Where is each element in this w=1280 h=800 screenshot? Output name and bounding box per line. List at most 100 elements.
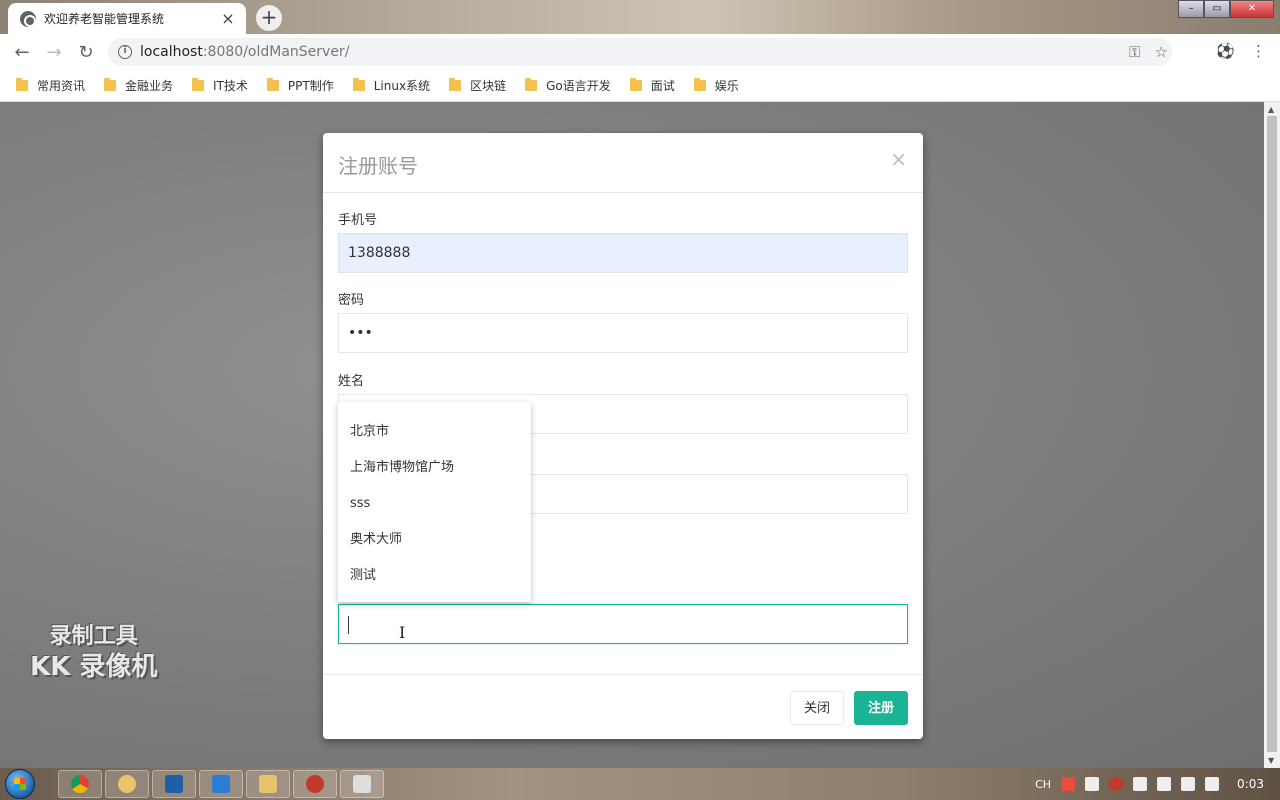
new-tab-button[interactable]: +	[256, 5, 282, 31]
bookmarks-bar: 常用资讯 金融业务 IT技术 PPT制作 Linux系统 区块链 Go语言开发 …	[0, 70, 1280, 102]
autocomplete-dropdown: 北京市 上海市博物馆广场 sss 奥术大师 测试	[338, 402, 531, 602]
bookmark-item[interactable]: Go语言开发	[525, 77, 611, 94]
register-modal: 注册账号 × 手机号 1388888 密码 ••• 姓名 北京市 上海市博物馆广…	[323, 133, 923, 739]
tab-strip: 欢迎养老智能管理系统 × + – ▭ ✕	[0, 0, 1280, 34]
bookmark-label: 金融业务	[125, 79, 174, 93]
taskbar-app[interactable]	[246, 770, 290, 798]
phone-label: 手机号	[338, 213, 378, 228]
toolbar-actions: ⚽ ⋮	[1216, 42, 1266, 60]
taskbar-chrome[interactable]	[58, 770, 102, 798]
url-path: :8080/oldManServer/	[202, 44, 350, 60]
bookmark-item[interactable]: PPT制作	[266, 77, 334, 94]
taskbar: CH 0:03	[0, 768, 1280, 800]
bookmark-item[interactable]: IT技术	[192, 77, 248, 94]
tab-title: 欢迎养老智能管理系统	[44, 12, 165, 26]
bookmark-item[interactable]: Linux系统	[352, 77, 431, 94]
taskbar-app[interactable]	[340, 770, 384, 798]
device-icon[interactable]	[1133, 777, 1148, 791]
star-icon[interactable]: ☆	[1155, 43, 1168, 61]
page-scrollbar[interactable]: ▲ ▼	[1264, 102, 1280, 768]
scroll-down-icon[interactable]: ▼	[1268, 756, 1274, 765]
recorder-watermark: 录制工具 KK 录像机	[30, 622, 157, 682]
modal-header: 注册账号 ×	[323, 133, 923, 193]
dropdown-option[interactable]: 北京市	[338, 414, 531, 450]
signal-icon[interactable]	[1205, 777, 1220, 791]
bookmark-label: Go语言开发	[546, 79, 611, 93]
clock[interactable]: 0:03	[1237, 777, 1264, 791]
address-input[interactable]: I	[338, 604, 908, 644]
menu-icon[interactable]: ⋮	[1251, 42, 1266, 60]
folder-icon	[259, 775, 277, 793]
tab-close-icon[interactable]: ×	[220, 10, 236, 27]
language-indicator[interactable]: CH	[1035, 778, 1051, 791]
browser-tab[interactable]: 欢迎养老智能管理系统 ×	[8, 3, 246, 34]
url-text: localhost:8080/oldManServer/	[140, 44, 349, 60]
taskbar-app[interactable]	[152, 770, 196, 798]
modal-close-icon[interactable]: ×	[890, 147, 907, 171]
text-caret	[348, 616, 349, 634]
info-icon[interactable]: i	[118, 45, 132, 59]
extension-icon[interactable]: ⚽	[1216, 42, 1235, 60]
bookmark-label: IT技术	[213, 79, 248, 93]
name-label: 姓名	[338, 374, 365, 389]
password-label: 密码	[338, 293, 365, 308]
bookmark-label: 娱乐	[714, 79, 739, 93]
bookmark-item[interactable]: 区块链	[449, 77, 506, 94]
bookmark-item[interactable]: 金融业务	[104, 77, 173, 94]
scroll-thumb[interactable]	[1267, 116, 1277, 752]
windows-icon	[5, 769, 35, 799]
back-icon[interactable]: ←	[6, 42, 38, 63]
browser-toolbar: ← → ↻ i localhost:8080/oldManServer/ ⚿ ☆…	[0, 34, 1280, 70]
folder-icon	[104, 78, 117, 91]
dropdown-option[interactable]: sss	[338, 486, 531, 522]
cloud-icon[interactable]	[1085, 777, 1100, 791]
sun-icon	[118, 775, 136, 793]
window-controls: – ▭ ✕	[1178, 0, 1274, 18]
window-icon	[353, 775, 371, 793]
bookmark-item[interactable]: 面试	[629, 77, 675, 94]
close-button[interactable]: 关闭	[790, 691, 845, 725]
folder-icon	[449, 78, 462, 91]
chrome-icon	[71, 775, 89, 793]
folder-icon	[693, 78, 706, 91]
start-button[interactable]	[0, 768, 40, 800]
modal-footer: 关闭 注册	[323, 674, 923, 739]
forward-icon[interactable]: →	[38, 42, 70, 63]
bookmark-label: PPT制作	[287, 79, 334, 93]
window-close-icon[interactable]: ✕	[1230, 0, 1274, 18]
key-icon[interactable]: ⚿	[1129, 43, 1140, 61]
bookmark-label: 区块链	[470, 79, 507, 93]
network-icon[interactable]	[1181, 777, 1196, 791]
phone-input[interactable]: 1388888	[338, 233, 908, 273]
register-button[interactable]: 注册	[854, 691, 909, 725]
folder-icon	[629, 78, 642, 91]
scroll-up-icon[interactable]: ▲	[1268, 105, 1274, 114]
security-icon[interactable]	[1109, 777, 1124, 791]
taskbar-app[interactable]	[105, 770, 149, 798]
taskbar-app[interactable]	[199, 770, 243, 798]
dropdown-option[interactable]: 上海市博物馆广场	[338, 450, 531, 486]
recorder-icon	[306, 775, 324, 793]
taskbar-app[interactable]	[293, 770, 337, 798]
maximize-icon[interactable]: ▭	[1204, 0, 1230, 18]
minimize-icon[interactable]: –	[1178, 0, 1204, 18]
url-host: localhost	[140, 44, 203, 60]
password-input[interactable]: •••	[338, 313, 908, 353]
reload-icon[interactable]: ↻	[70, 42, 102, 63]
dropdown-option[interactable]: 奥术大师	[338, 522, 531, 558]
bookmark-item[interactable]: 娱乐	[693, 77, 739, 94]
volume-icon[interactable]	[1157, 777, 1172, 791]
system-tray: CH 0:03	[1035, 768, 1280, 800]
dropdown-option[interactable]: 测试	[338, 558, 531, 594]
globe-icon	[20, 10, 36, 27]
bookmark-item[interactable]: 常用资讯	[16, 77, 85, 94]
folder-icon	[16, 78, 28, 91]
folder-icon	[352, 78, 365, 91]
folder-icon	[266, 78, 279, 91]
address-bar[interactable]: i localhost:8080/oldManServer/ ⚿ ☆	[108, 38, 1172, 66]
eclipse-icon	[165, 775, 183, 793]
bookmark-label: Linux系统	[373, 79, 431, 93]
sogou-icon[interactable]	[1061, 777, 1076, 791]
watermark-line1: 录制工具	[49, 624, 138, 649]
bookmark-label: 常用资讯	[37, 79, 86, 93]
